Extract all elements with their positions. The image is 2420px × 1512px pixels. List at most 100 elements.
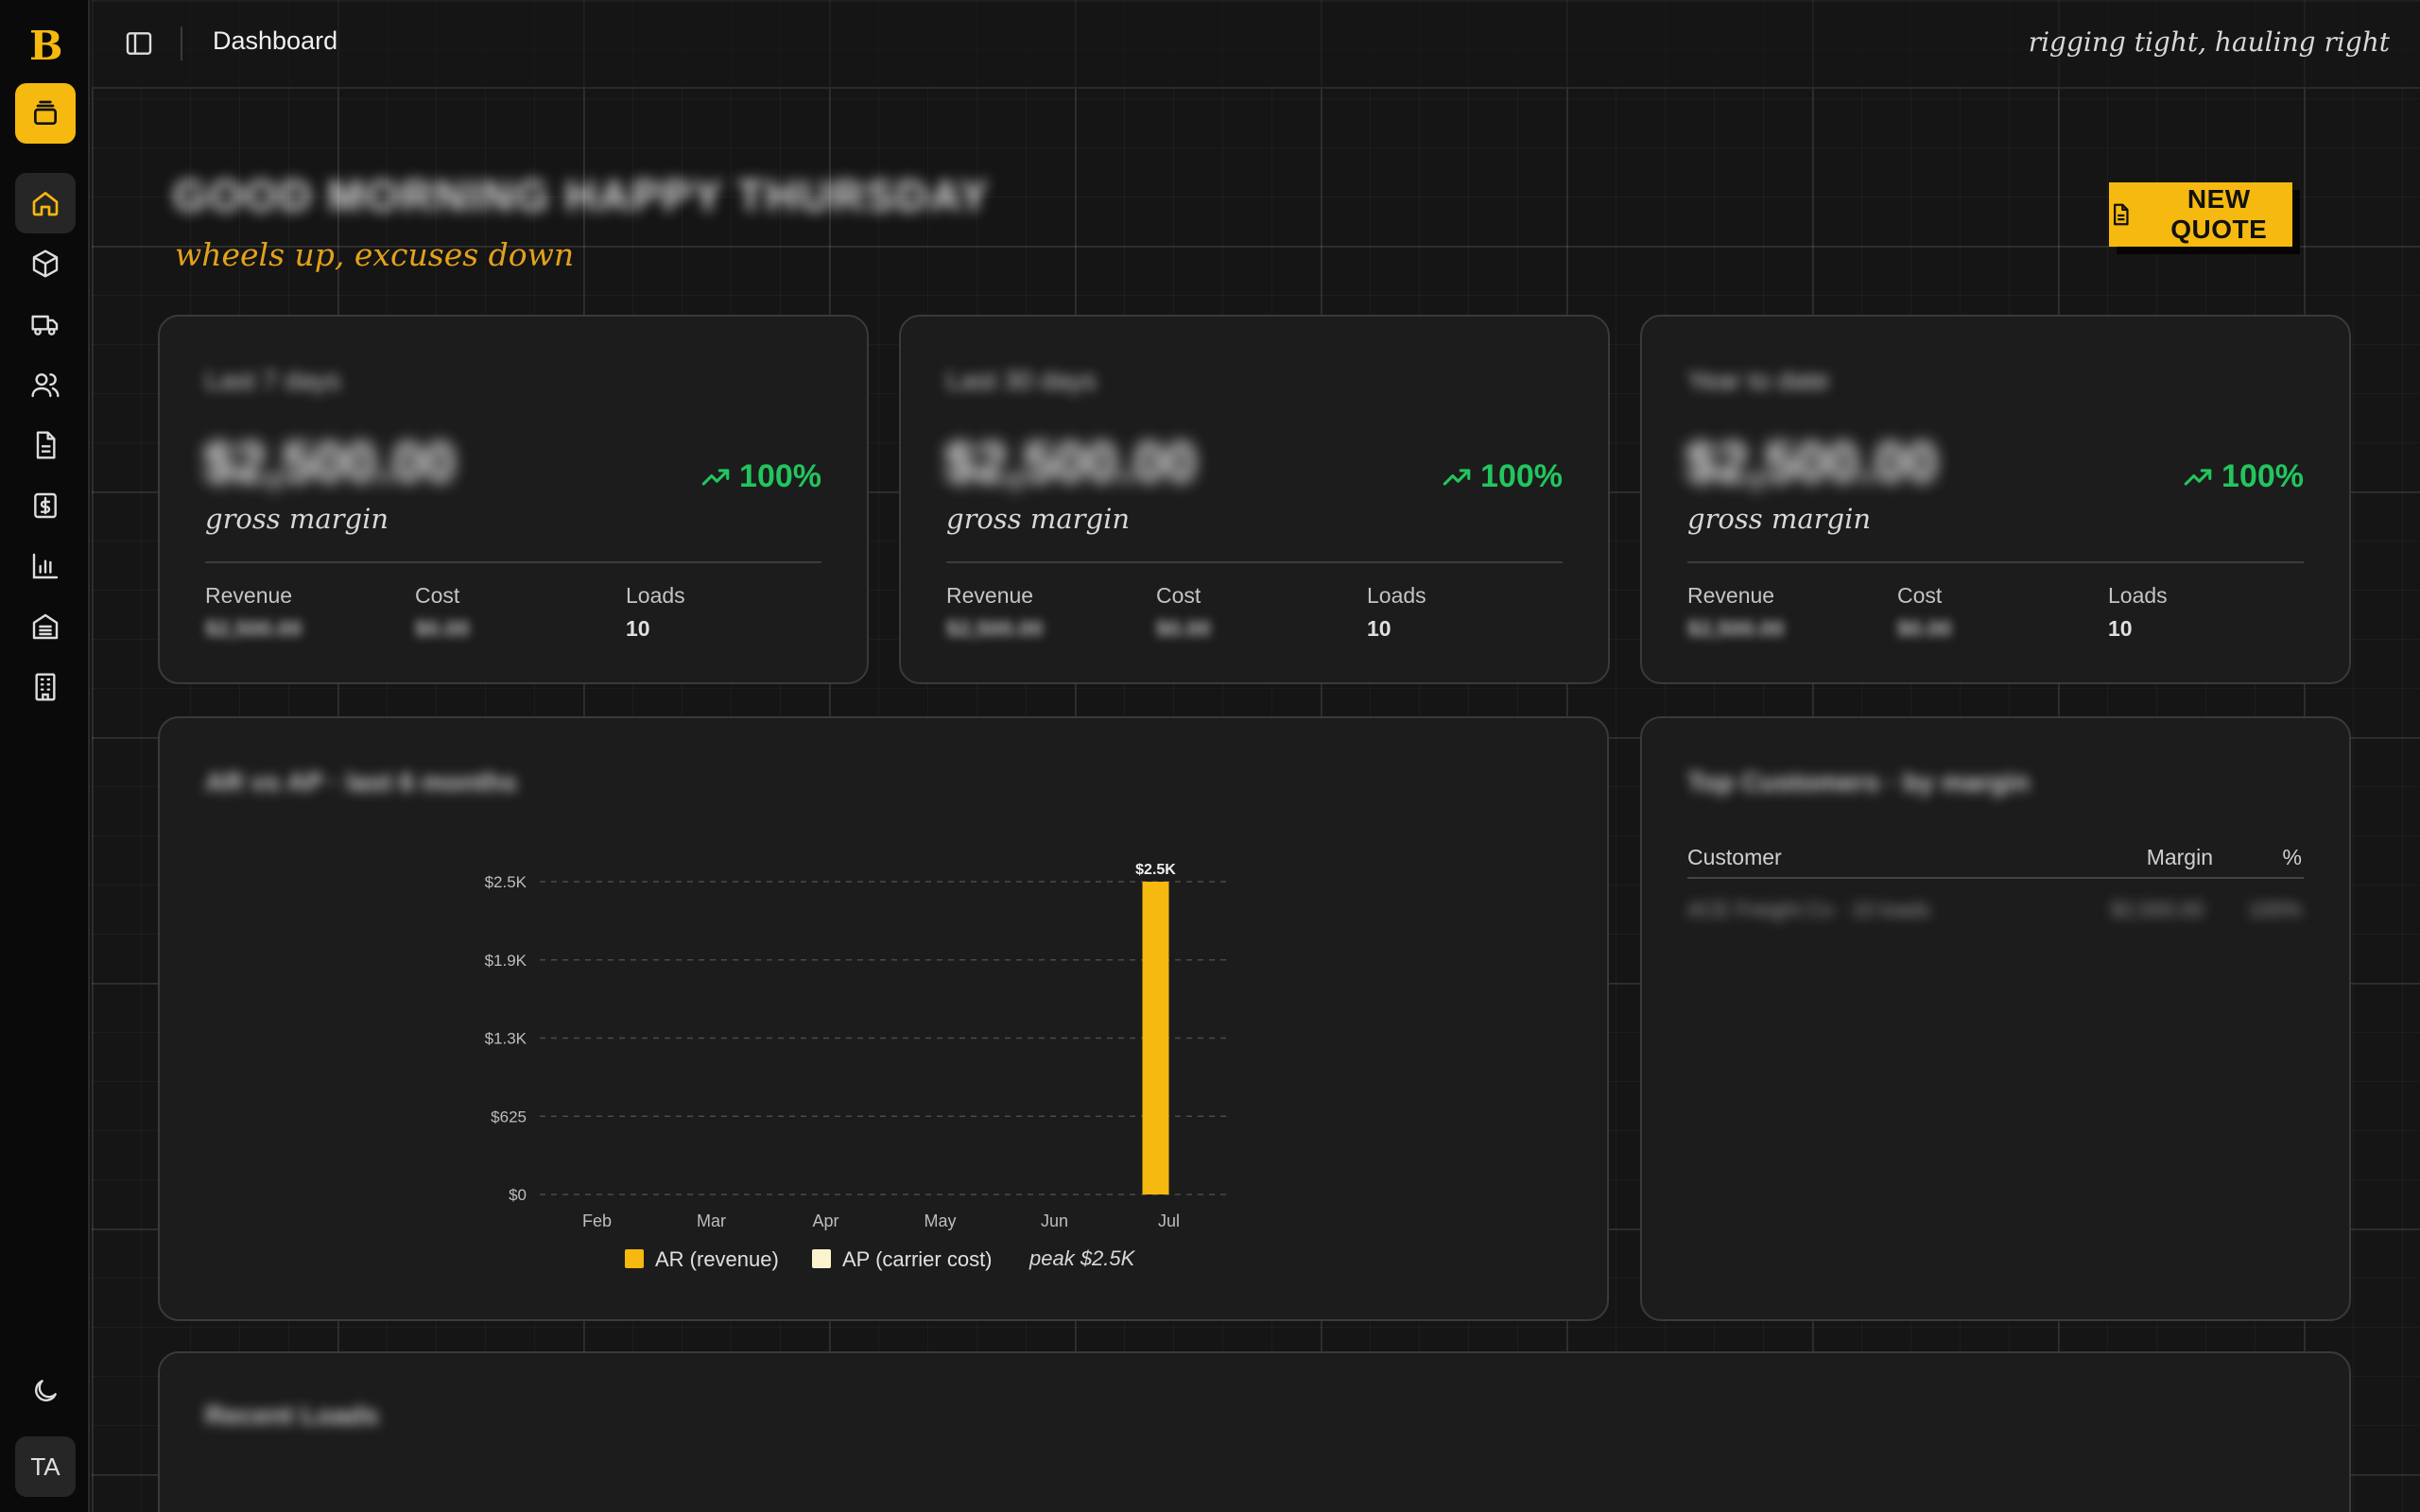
- legend-swatch: [625, 1249, 644, 1268]
- kpi-label: Last 30 days: [946, 366, 1097, 395]
- stat-label: Loads: [1367, 583, 1426, 608]
- kpi-caption: gross margin: [205, 503, 389, 535]
- kpi-divider: [205, 561, 821, 563]
- users-icon[interactable]: [15, 354, 76, 415]
- home-icon[interactable]: [15, 173, 76, 233]
- stack-icon[interactable]: [15, 83, 76, 144]
- y-tick-label: $2.5K: [485, 873, 527, 891]
- y-tick-label: $1.3K: [485, 1030, 527, 1048]
- x-tick-label: May: [924, 1211, 956, 1230]
- new-quote-button[interactable]: NEW QUOTE: [2109, 182, 2292, 247]
- stat-label: Loads: [626, 583, 685, 608]
- dollar-doc-icon[interactable]: [15, 475, 76, 536]
- kpi-trend-value: 100%: [739, 458, 821, 494]
- legend-swatch: [812, 1249, 831, 1268]
- legend-label: AP (carrier cost): [842, 1247, 993, 1271]
- bar: [1142, 882, 1169, 1194]
- main-content: Dashboard rigging tight, hauling right G…: [92, 0, 2420, 1512]
- recent-loads-title: Recent Loads: [205, 1400, 379, 1430]
- topbar-divider: [181, 26, 182, 60]
- new-quote-label: NEW QUOTE: [2170, 184, 2268, 244]
- stat-value: 10: [1367, 616, 1392, 641]
- kpi-label: Year to date: [1687, 366, 1829, 395]
- customer-name: ACE Freight Co · 10 loads: [1687, 898, 1930, 921]
- ledger-icon[interactable]: [15, 596, 76, 657]
- table-row[interactable]: ACE Freight Co · 10 loads $2,500.00 100%: [1687, 898, 2304, 926]
- x-tick-label: Jul: [1158, 1211, 1180, 1230]
- kpi-revenue: Revenue $2,500.00: [946, 583, 1043, 642]
- column-header-percent[interactable]: %: [2283, 845, 2302, 870]
- truck-icon[interactable]: [15, 294, 76, 354]
- stat-label: Loads: [2108, 583, 2168, 608]
- avatar[interactable]: TA: [15, 1436, 76, 1497]
- stat-value: $0.00: [1897, 616, 1952, 641]
- stat-value: 10: [2108, 616, 2133, 641]
- document-icon[interactable]: [15, 415, 76, 475]
- building-icon[interactable]: [15, 657, 76, 717]
- kpi-cost: Cost $0.00: [415, 583, 470, 642]
- kpi-trend: 100%: [1441, 458, 1563, 495]
- sidebar: B TA: [0, 0, 90, 1512]
- recent-loads-card: Recent Loads: [158, 1351, 2351, 1512]
- trending-up-icon: [701, 468, 730, 486]
- kpi-card-7d: Last 7 days $2,500.00 100% gross margin …: [158, 315, 869, 684]
- x-tick-label: Feb: [582, 1211, 612, 1230]
- customer-margin: $2,500.00: [2111, 898, 2204, 921]
- ar-ap-chart-card: AR vs AP · last 6 months $0 $625 $1.3K $1.9…: [158, 716, 1609, 1321]
- customers-table-header: Customer Margin %: [1687, 845, 2304, 879]
- page-subtitle: wheels up, excuses down: [175, 236, 575, 273]
- stat-value: $2,500.00: [946, 616, 1044, 641]
- stat-label: Revenue: [946, 583, 1034, 608]
- kpi-revenue: Revenue $2,500.00: [205, 583, 302, 642]
- kpi-card-ytd: Year to date $2,500.00 100% gross margin…: [1640, 315, 2351, 684]
- stat-label: Cost: [415, 583, 460, 608]
- kpi-amount: $2,500.00: [1685, 431, 1938, 494]
- stat-value: $0.00: [1156, 616, 1211, 641]
- package-icon[interactable]: [15, 233, 76, 294]
- kpi-divider: [946, 561, 1563, 563]
- kpi-label: Last 7 days: [205, 366, 341, 395]
- kpi-cost: Cost $0.00: [1156, 583, 1211, 642]
- kpi-card-30d: Last 30 days $2,500.00 100% gross margin…: [899, 315, 1610, 684]
- breadcrumb[interactable]: Dashboard: [213, 26, 337, 56]
- kpi-cost: Cost $0.00: [1897, 583, 1952, 642]
- stat-label: Revenue: [205, 583, 293, 608]
- kpi-revenue: Revenue $2,500.00: [1687, 583, 1784, 642]
- kpi-loads: Loads 10: [2108, 583, 2168, 642]
- column-header-customer[interactable]: Customer: [1687, 845, 1782, 870]
- ar-ap-chart: $0 $625 $1.3K $1.9K $2.5K Feb Mar Apr May Jun Jul $…: [485, 862, 1226, 1271]
- trending-up-icon: [2184, 468, 2212, 486]
- kpi-loads: Loads 10: [626, 583, 685, 642]
- top-customers-card: Top Customers · by margin Customer Margi…: [1640, 716, 2351, 1321]
- x-tick-label: Jun: [1041, 1211, 1068, 1230]
- kpi-trend-value: 100%: [2221, 458, 2304, 494]
- kpi-trend-value: 100%: [1480, 458, 1563, 494]
- topbar: Dashboard rigging tight, hauling right: [92, 0, 2420, 89]
- moon-icon[interactable]: [15, 1361, 76, 1421]
- stat-label: Cost: [1897, 583, 1943, 608]
- customer-percent: 100%: [2248, 898, 2302, 921]
- brand-logo[interactable]: B: [29, 26, 63, 67]
- sidebar-toggle-icon[interactable]: [124, 28, 154, 59]
- app-root: B TA Dashboard rigging tight, hauling ri…: [0, 0, 2420, 1512]
- kpi-divider: [1687, 561, 2304, 563]
- topbar-motto: rigging tight, hauling right: [2028, 26, 2390, 58]
- kpi-caption: gross margin: [946, 503, 1131, 535]
- kpi-trend: 100%: [2182, 458, 2304, 495]
- y-tick-label: $625: [491, 1108, 527, 1125]
- y-tick-label: $0: [509, 1186, 527, 1204]
- stat-label: Cost: [1156, 583, 1201, 608]
- column-header-margin[interactable]: Margin: [2147, 845, 2213, 870]
- x-tick-label: Mar: [697, 1211, 726, 1230]
- stat-value: 10: [626, 616, 650, 641]
- kpi-loads: Loads 10: [1367, 583, 1426, 642]
- stat-value: $0.00: [415, 616, 470, 641]
- kpi-trend: 100%: [700, 458, 821, 495]
- kpi-caption: gross margin: [1687, 503, 1872, 535]
- customers-title: Top Customers · by margin: [1687, 767, 2030, 797]
- data-label: $2.5K: [1135, 862, 1176, 878]
- stat-value: $2,500.00: [205, 616, 302, 641]
- kpi-amount: $2,500.00: [203, 431, 456, 494]
- bar-chart-icon[interactable]: [15, 536, 76, 596]
- page-title: GOOD MORNING HAPPY THURSDAY: [173, 171, 991, 220]
